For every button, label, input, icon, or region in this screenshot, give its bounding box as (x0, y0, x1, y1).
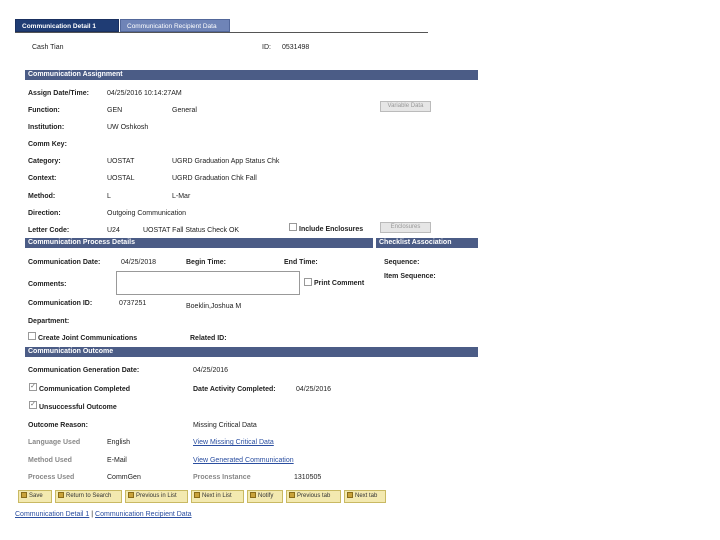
footer-link-communication-recipient-data[interactable]: Communication Recipient Data (95, 511, 192, 518)
language-used-label: Language Used (28, 439, 81, 446)
item-sequence-label: Item Sequence: (384, 273, 436, 280)
notify-button[interactable]: Notify (247, 490, 283, 503)
variable-data-button[interactable]: Variable Data (380, 101, 431, 112)
method-desc: L-Mar (172, 193, 191, 200)
communication-process-details-header: Communication Process Details (25, 238, 373, 248)
assign-datetime-value: 04/25/2016 10:14:27AM (107, 90, 182, 97)
create-joint-communications-checkbox[interactable] (28, 332, 36, 340)
related-id-label: Related ID: (190, 335, 227, 342)
enclosures-button[interactable]: Enclosures (380, 222, 431, 233)
footer-separator: | (91, 511, 94, 518)
method-used-value: E-Mail (107, 457, 127, 464)
function-desc: General (172, 107, 197, 114)
communication-date-value: 04/25/2018 (121, 259, 157, 266)
direction-value: Outgoing Communication (107, 210, 186, 217)
previous-tab-icon (289, 492, 295, 498)
category-desc: UGRD Graduation App Status Chk (172, 158, 280, 165)
return-icon (58, 492, 64, 498)
print-comment-checkbox[interactable] (304, 278, 312, 286)
previous-tab-button[interactable]: Previous tab (286, 490, 341, 503)
id-value: 0531498 (282, 44, 310, 51)
context-desc: UGRD Graduation Chk Fall (172, 175, 257, 182)
previous-icon (128, 492, 134, 498)
communication-id-value: 0737251 (119, 300, 147, 307)
next-icon (194, 492, 200, 498)
return-to-search-button[interactable]: Return to Search (55, 490, 122, 503)
process-used-value: CommGen (107, 474, 141, 481)
tab-underline (15, 32, 428, 33)
id-label: ID: (262, 44, 271, 51)
include-enclosures-checkbox[interactable] (289, 223, 297, 231)
process-instance-value: 1310505 (294, 474, 322, 481)
begin-time-label: Begin Time: (186, 259, 226, 266)
next-tab-icon (347, 492, 353, 498)
letter-code-label: Letter Code: (28, 227, 70, 234)
date-activity-completed-label: Date Activity Completed: (193, 386, 276, 393)
direction-label: Direction: (28, 210, 61, 217)
institution-label: Institution: (28, 124, 65, 131)
date-activity-completed-value: 04/25/2016 (296, 386, 332, 393)
department-label: Department: (28, 318, 70, 325)
letter-code-value: U24 (107, 227, 120, 234)
generation-date-label: Communication Generation Date: (28, 367, 140, 374)
assign-datetime-label: Assign Date/Time: (28, 90, 89, 97)
context-label: Context: (28, 175, 57, 182)
communication-completed-checkbox[interactable]: ✓ (29, 383, 37, 391)
unsuccessful-outcome-label: Unsuccessful Outcome (39, 404, 117, 411)
communication-id-label: Communication ID: (28, 300, 93, 307)
footer-link-communication-detail-1[interactable]: Communication Detail 1 (15, 511, 89, 518)
process-instance-label: Process Instance (193, 474, 251, 481)
category-label: Category: (28, 158, 61, 165)
institution-value: UW Oshkosh (107, 124, 149, 131)
save-button[interactable]: Save (18, 490, 52, 503)
next-tab-button[interactable]: Next tab (344, 490, 386, 503)
outcome-reason-value: Missing Critical Data (193, 422, 257, 429)
print-comment-label: Print Comment (314, 280, 365, 287)
communication-date-label: Communication Date: (28, 259, 101, 266)
method-code: L (107, 193, 111, 200)
context-code: UOSTAL (107, 175, 135, 182)
view-generated-communication-link[interactable]: View Generated Communication (193, 457, 294, 464)
function-code: GEN (107, 107, 123, 114)
category-code: UOSTAT (107, 158, 135, 165)
next-in-list-button[interactable]: Next in List (191, 490, 244, 503)
notify-icon (250, 492, 256, 498)
language-used-value: English (107, 439, 130, 446)
comm-key-label: Comm Key: (28, 141, 67, 148)
comments-label: Comments: (28, 281, 67, 288)
checklist-association-header: Checklist Association (376, 238, 478, 248)
tab-communication-detail-1[interactable]: Communication Detail 1 (15, 19, 119, 32)
communication-assignment-header: Communication Assignment (25, 70, 478, 80)
footer-links: Communication Detail 1 | Communication R… (15, 511, 192, 518)
function-label: Function: (28, 107, 60, 114)
outcome-reason-label: Outcome Reason: (28, 422, 88, 429)
generation-date-value: 04/25/2016 (193, 367, 229, 374)
method-used-label: Method Used (28, 457, 72, 464)
person-name: Cash Tian (32, 44, 64, 51)
comments-textarea[interactable] (116, 271, 300, 295)
create-joint-communications-label: Create Joint Communications (38, 335, 138, 342)
end-time-label: End Time: (284, 259, 318, 266)
process-used-label: Process Used (28, 474, 75, 481)
communication-outcome-header: Communication Outcome (25, 347, 478, 357)
communication-id-name: Boeklin,Joshua M (186, 303, 242, 310)
sequence-label: Sequence: (384, 259, 420, 266)
previous-in-list-button[interactable]: Previous in List (125, 490, 188, 503)
tab-communication-recipient-data[interactable]: Communication Recipient Data (120, 19, 230, 32)
method-label: Method: (28, 193, 56, 200)
include-enclosures-label: Include Enclosures (299, 226, 364, 233)
letter-code-desc: UOSTAT Fall Status Check OK (143, 227, 240, 234)
communication-completed-label: Communication Completed (39, 386, 131, 393)
view-missing-critical-data-link[interactable]: View Missing Critical Data (193, 439, 274, 446)
save-icon (21, 492, 27, 498)
unsuccessful-outcome-checkbox[interactable]: ✓ (29, 401, 37, 409)
